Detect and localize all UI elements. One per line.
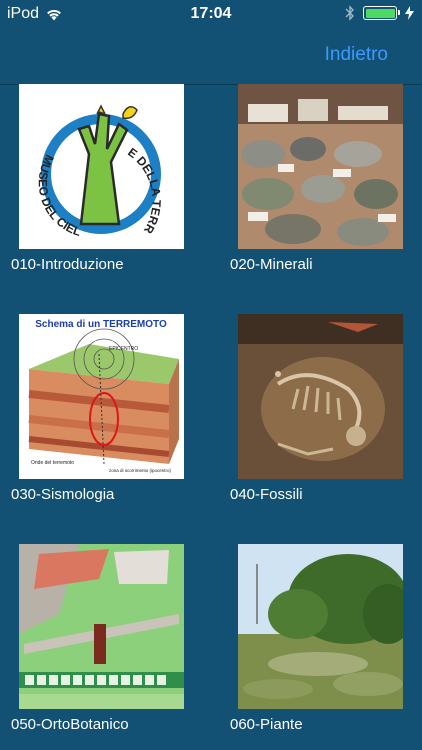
fossil-image[interactable] — [238, 314, 403, 479]
grid-item-fossili[interactable]: 040-Fossili — [230, 314, 422, 503]
navigation-bar: Indietro — [0, 28, 422, 85]
grid-item-sismologia[interactable]: Schema di un TERREMOTO EPICENTRO Onde de… — [11, 314, 219, 503]
grid-item-piante[interactable]: 060-Piante — [230, 544, 422, 733]
item-label: 020-Minerali — [230, 256, 313, 273]
museum-logo-image[interactable]: MUSEO DEL CIELO E DELLA TERRA — [19, 84, 184, 249]
status-bar: iPod 17:04 — [0, 0, 422, 28]
grid-item-introduzione[interactable]: MUSEO DEL CIELO E DELLA TERRA 010-Introd… — [11, 84, 219, 273]
diagram-label-ipocentro: zona di scorrimento (ipocentro) — [109, 468, 172, 473]
bluetooth-icon — [345, 5, 354, 21]
item-label: 060-Piante — [230, 716, 303, 733]
item-label: 050-OrtoBotanico — [11, 716, 129, 733]
grid-item-ortobotanico[interactable]: 050-OrtoBotanico — [11, 544, 219, 733]
diagram-label-onde: Onde del terremoto — [31, 460, 74, 466]
battery-icon — [363, 6, 400, 20]
botanical-garden-map-image[interactable] — [19, 544, 184, 709]
earthquake-diagram-image[interactable]: Schema di un TERREMOTO EPICENTRO Onde de… — [19, 314, 184, 479]
battery-level — [365, 8, 395, 18]
diagram-title: Schema di un TERREMOTO — [35, 319, 167, 330]
charging-bolt-icon — [405, 6, 414, 20]
item-label: 030-Sismologia — [11, 486, 115, 503]
diagram-label-epicentro: EPICENTRO — [109, 346, 138, 352]
status-right — [345, 5, 414, 21]
minerals-image[interactable] — [238, 84, 403, 249]
item-label: 040-Fossili — [230, 486, 303, 503]
grid-item-minerali[interactable]: 020-Minerali — [230, 84, 422, 273]
item-label: 010-Introduzione — [11, 256, 124, 273]
plants-image[interactable] — [238, 544, 403, 709]
back-button[interactable]: Indietro — [325, 44, 388, 66]
